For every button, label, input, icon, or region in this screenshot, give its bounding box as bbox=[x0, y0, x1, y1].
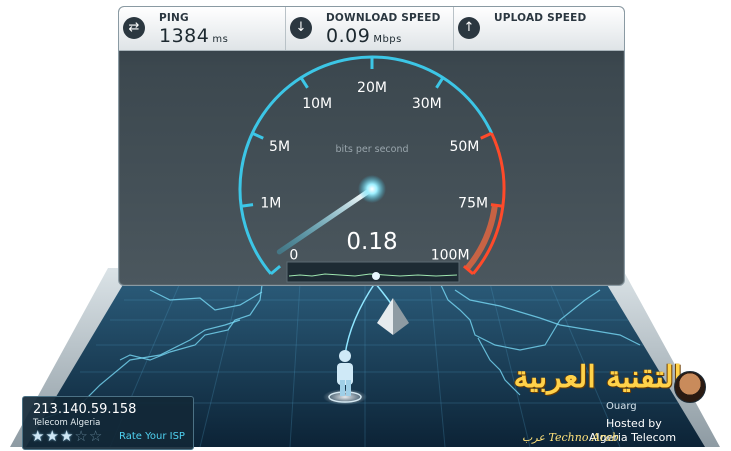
host-label: Hosted by bbox=[606, 417, 662, 430]
watermark-sub-arabic: عرب bbox=[522, 431, 545, 444]
gauge-tick bbox=[299, 76, 309, 89]
gauge-tick bbox=[490, 203, 504, 208]
watermark-sub: عرب Techno Arab bbox=[522, 431, 619, 444]
rating-star-icon[interactable]: ★ bbox=[60, 428, 73, 444]
gauge-tick bbox=[240, 203, 254, 208]
gauge-tick bbox=[251, 131, 264, 140]
watermark-logo: التقنية العربية bbox=[513, 360, 683, 395]
gauge-reading: 0.18 bbox=[346, 229, 397, 255]
gauge-tick bbox=[480, 131, 493, 140]
rating-star-icon[interactable]: ★ bbox=[45, 428, 58, 444]
watermark-avatar-icon bbox=[674, 371, 706, 403]
speed-graph bbox=[286, 261, 460, 283]
graph-marker bbox=[372, 272, 380, 280]
rating-star-icon[interactable]: ☆ bbox=[74, 428, 87, 444]
gauge-tick-label: 1M bbox=[260, 195, 281, 211]
gauge-tick-label: 10M bbox=[302, 96, 332, 112]
gauge-tick-label: 30M bbox=[412, 96, 442, 112]
gauge-tick bbox=[435, 76, 445, 89]
gauge-unit-caption: bits per second bbox=[335, 144, 408, 155]
gauge-tick-label: 50M bbox=[449, 139, 479, 155]
gauge-tick-label: 20M bbox=[357, 80, 387, 96]
gauge-tick-label: 75M bbox=[458, 195, 488, 211]
gauge-tick bbox=[269, 264, 282, 275]
speedtest-app: ⇄ PING 1384 ms ↓ DOWNLOAD SPEED 0.09 Mbps … bbox=[0, 0, 731, 451]
gauge-arc-high-inner bbox=[464, 204, 498, 271]
rate-isp-link[interactable]: Rate Your ISP bbox=[119, 431, 185, 442]
gauge-tick-label: 100M bbox=[431, 248, 470, 264]
ip-address: 213.140.59.158 bbox=[33, 402, 137, 417]
rating-star-icon[interactable]: ☆ bbox=[89, 428, 102, 444]
rating-star-icon[interactable]: ★ bbox=[31, 428, 44, 444]
gauge-tick-label: 5M bbox=[269, 139, 290, 155]
watermark-sub-latin: Techno Arab bbox=[548, 431, 619, 444]
isp-rating-stars[interactable]: ★ ★ ★ ☆ ☆ bbox=[31, 428, 103, 444]
isp-info-panel: 213.140.59.158 Telecom Algeria ★ ★ ★ ☆ ☆ Rat… bbox=[22, 396, 194, 450]
gauge-tick-label: 0 bbox=[289, 248, 298, 264]
gauge-hub bbox=[358, 175, 386, 203]
